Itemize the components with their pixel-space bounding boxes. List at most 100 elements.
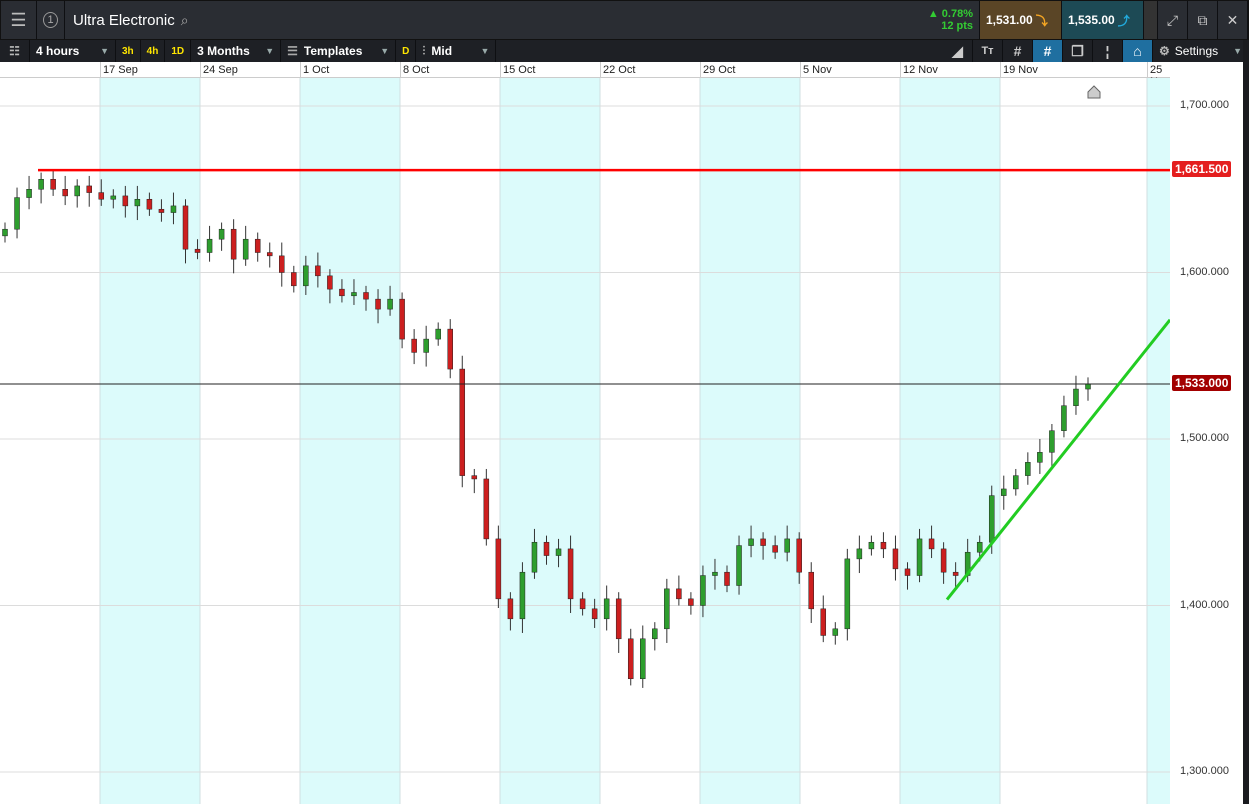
- candle-body: [856, 548, 863, 560]
- candle-body: [38, 179, 44, 190]
- grid-icon[interactable]: #: [1003, 40, 1033, 62]
- chart-toolbar: ☷ 4 hours ▼ 3h 4h 1D 3 Months ▼ ☰ Templates…: [0, 40, 1249, 62]
- chevron-down-icon: ▼: [265, 46, 275, 56]
- candle-body: [543, 541, 550, 556]
- layers-icon[interactable]: ❐: [1063, 40, 1093, 62]
- templates-select[interactable]: ☰ Templates ▼: [281, 40, 397, 62]
- buy-button[interactable]: 1,535.00 ⤴: [1062, 1, 1144, 39]
- popout-icon[interactable]: ⧉: [1188, 1, 1218, 39]
- search-icon[interactable]: ⌕: [181, 12, 189, 29]
- date-label: 1 Oct: [303, 64, 330, 76]
- range-select[interactable]: 3 Months ▼: [191, 40, 282, 62]
- badge-number: 1: [43, 12, 58, 28]
- draw-line-icon[interactable]: ◢: [943, 40, 973, 62]
- date-label: 15 Oct: [503, 64, 536, 76]
- date-tick: [800, 62, 801, 78]
- price-change: ▲ 0.78% 12 pts: [916, 1, 980, 39]
- expand-icon[interactable]: ⤢: [1158, 1, 1188, 39]
- week-shade: [100, 78, 200, 804]
- candle-body: [266, 252, 273, 257]
- candle-body: [182, 205, 189, 250]
- candle-body: [844, 558, 851, 630]
- date-label: 24 Sep: [203, 64, 238, 76]
- candle-body: [1025, 462, 1031, 476]
- date-label: 29 Oct: [703, 64, 736, 76]
- date-tick: [400, 62, 401, 78]
- candle-body: [483, 478, 490, 540]
- quantity-ladder-icon[interactable]: [1144, 1, 1158, 39]
- week-shade: [300, 78, 400, 804]
- candle-body: [134, 198, 141, 207]
- sell-price: 1,531.00: [986, 13, 1033, 27]
- candle-body: [1061, 405, 1067, 431]
- d-button[interactable]: D: [396, 40, 417, 62]
- candle-body: [351, 292, 357, 297]
- close-icon[interactable]: ✕: [1218, 1, 1248, 39]
- candle-body: [339, 288, 345, 297]
- resistance-tag: 1,661.500: [1172, 161, 1232, 178]
- price-tick-label: 1,600.000: [1180, 265, 1229, 278]
- candle-body: [615, 598, 622, 640]
- candle-body: [760, 538, 766, 546]
- candle-body: [291, 272, 297, 287]
- candle-body: [2, 228, 8, 237]
- price-chart[interactable]: [0, 78, 1170, 804]
- title-bar: ☰ 1 Ultra Electronic ⌕ ▲ 0.78% 12 pts 1,5…: [0, 0, 1249, 40]
- date-label: 12 Nov: [903, 64, 938, 76]
- date-tick: [200, 62, 201, 78]
- candle-body: [627, 638, 634, 680]
- change-percent: ▲ 0.78%: [927, 8, 973, 20]
- list-icon[interactable]: ☷: [0, 40, 30, 62]
- candle-body: [14, 197, 20, 230]
- date-tick: [1147, 62, 1148, 78]
- chevron-down-icon: ▼: [100, 46, 109, 56]
- price-tag-icon[interactable]: ⌂: [1123, 40, 1153, 62]
- quick-4h[interactable]: 4h: [141, 40, 166, 62]
- crosshair-icon[interactable]: ¦: [1093, 40, 1123, 62]
- workspace-badge[interactable]: 1: [37, 1, 65, 39]
- menu-icon[interactable]: ☰: [1, 1, 37, 39]
- date-tick: [600, 62, 601, 78]
- candle-body: [435, 328, 441, 340]
- candle-body: [868, 541, 875, 550]
- interval-select[interactable]: 4 hours ▼: [30, 40, 116, 62]
- candle-body: [315, 265, 321, 277]
- candle-body: [832, 628, 839, 636]
- price-tick-label: 1,300.000: [1180, 765, 1229, 777]
- candle-body: [230, 228, 237, 260]
- candle-body: [363, 292, 369, 300]
- candle-body: [772, 545, 778, 553]
- grid-draw-icon[interactable]: #: [1033, 40, 1063, 62]
- date-label: 5 Nov: [803, 64, 832, 76]
- sell-button[interactable]: 1,531.00 ⤵: [980, 1, 1062, 39]
- candle-body: [303, 265, 309, 287]
- candle-body: [736, 545, 742, 586]
- candle-body: [988, 495, 995, 543]
- candle-body: [110, 195, 117, 200]
- range-value: 3 Months: [197, 44, 250, 58]
- candle-body: [194, 248, 201, 253]
- price-tick-label: 1,500.000: [1180, 432, 1229, 444]
- price-tick-label: 1,700.000: [1180, 99, 1229, 111]
- date-label: 8 Oct: [403, 64, 430, 76]
- candle-body: [206, 238, 213, 253]
- settings-button[interactable]: ⚙ Settings ▼: [1153, 40, 1249, 62]
- quick-1d[interactable]: 1D: [165, 40, 192, 62]
- candle-body: [1085, 383, 1091, 390]
- price-type-select[interactable]: ⫶ Mid ▼: [416, 40, 497, 62]
- week-shade: [900, 78, 1000, 804]
- candle-body: [507, 598, 514, 620]
- candle-body: [579, 598, 586, 610]
- candle-body: [880, 541, 887, 550]
- last-price-tag: 1,533.000: [1172, 375, 1232, 392]
- text-tool-icon[interactable]: Tт: [973, 40, 1003, 62]
- candle-body: [471, 475, 478, 480]
- quick-3h[interactable]: 3h: [116, 40, 141, 62]
- change-points: 12 pts: [941, 20, 973, 32]
- candle-body: [940, 548, 947, 573]
- date-tick: [900, 62, 901, 78]
- price-axis[interactable]: 1,700.000 1,600.000 1,500.000 1,400.000 1,30…: [1170, 78, 1243, 804]
- candle-body: [916, 538, 923, 576]
- date-axis: 17 Sep 24 Sep 1 Oct 8 Oct 15 Oct 22 Oct 29 Oct…: [0, 62, 1170, 88]
- instrument-title[interactable]: Ultra Electronic: [73, 12, 175, 29]
